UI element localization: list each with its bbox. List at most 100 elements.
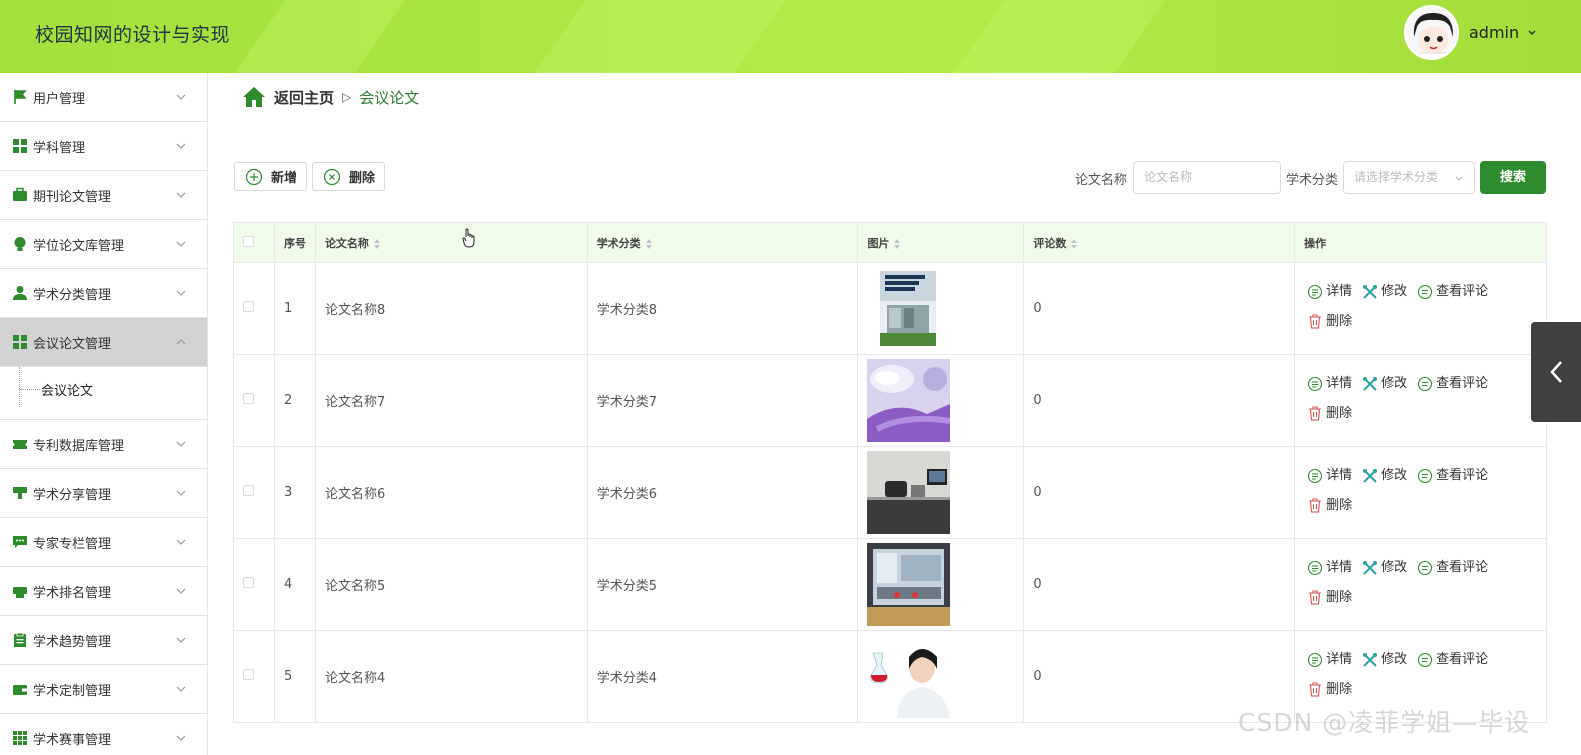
row-paper-name: 论文名称5: [314, 538, 588, 631]
breadcrumb-home[interactable]: 返回主页: [274, 87, 334, 108]
row-paper-name: 论文名称8: [314, 262, 588, 355]
trash-icon: [1309, 406, 1322, 421]
edit-label: 修改: [1381, 284, 1408, 299]
sort-icon[interactable]: [645, 238, 652, 249]
edit-button[interactable]: 修改: [1362, 279, 1407, 304]
paper-thumbnail[interactable]: [867, 635, 1023, 718]
chevron-down-icon: [176, 94, 186, 100]
plus-circle-icon: [245, 168, 263, 185]
paper-name-input[interactable]: 论文名称: [1133, 161, 1281, 194]
paper-thumbnail[interactable]: [867, 359, 1023, 442]
comment-icon: [1418, 652, 1433, 667]
view-comments-button[interactable]: 查看评论: [1417, 371, 1488, 396]
row-delete-button[interactable]: 删除: [1307, 677, 1352, 702]
sidebar-item-thesis-library[interactable]: 学位论文库管理: [0, 220, 207, 269]
sidebar-item-user-management[interactable]: 用户管理: [0, 73, 207, 122]
sidebar-item-competition-management[interactable]: 学术赛事管理: [0, 714, 207, 755]
sort-icon[interactable]: [1071, 238, 1078, 249]
sidebar-item-label: 学科管理: [33, 140, 86, 156]
search-button[interactable]: 搜索: [1480, 161, 1546, 194]
edit-button[interactable]: 修改: [1362, 463, 1407, 488]
sidebar-item-customization-management[interactable]: 学术定制管理: [0, 665, 207, 714]
column-header-image[interactable]: 图片: [857, 222, 1025, 263]
detail-icon: [1308, 376, 1323, 391]
sidebar-item-patent-database[interactable]: 专利数据库管理: [0, 420, 207, 469]
sidebar-item-journal-management[interactable]: 期刊论文管理: [0, 171, 207, 220]
detail-button[interactable]: 详情: [1307, 555, 1352, 580]
row-delete-button[interactable]: 删除: [1307, 585, 1352, 610]
row-checkbox[interactable]: [243, 669, 254, 680]
row-checkbox[interactable]: [243, 577, 254, 588]
trash-icon: [1309, 498, 1322, 513]
add-button[interactable]: 新增: [234, 162, 308, 191]
row-checkbox[interactable]: [243, 301, 254, 312]
user-name: admin: [1469, 23, 1520, 42]
sidebar-item-expert-column[interactable]: 专家专栏管理: [0, 518, 207, 567]
detail-button[interactable]: 详情: [1307, 279, 1352, 304]
tools-icon: [1363, 468, 1378, 483]
app-title: 校园知网的设计与实现: [35, 24, 231, 46]
chevron-down-icon: [176, 637, 186, 643]
chevron-down-icon: [176, 241, 186, 247]
hand-cursor-icon: [462, 228, 475, 248]
watermark: CSDN @凌菲学姐—毕设: [1238, 708, 1531, 737]
sidebar-item-label: 学术分类管理: [33, 287, 112, 303]
edit-button[interactable]: 修改: [1362, 555, 1407, 580]
column-header-comments[interactable]: 评论数: [1023, 222, 1296, 263]
row-select-cell: [233, 538, 275, 631]
side-panel-toggle[interactable]: [1531, 322, 1581, 422]
delete-button-label: 删除: [349, 171, 376, 186]
sidebar-item-trend-management[interactable]: 学术趋势管理: [0, 616, 207, 665]
edit-button[interactable]: 修改: [1362, 647, 1407, 672]
row-image-cell: [857, 354, 1025, 447]
row-index: 1: [273, 262, 316, 355]
row-select-cell: [233, 630, 275, 723]
view-comments-button[interactable]: 查看评论: [1417, 647, 1488, 672]
sort-icon[interactable]: [894, 238, 901, 249]
detail-button[interactable]: 详情: [1307, 371, 1352, 396]
chevron-down-icon: [176, 490, 186, 496]
chevron-down-icon: [176, 588, 186, 594]
sidebar-submenu: 会议论文: [0, 367, 207, 420]
row-category: 学术分类6: [586, 446, 859, 539]
view-comments-button[interactable]: 查看评论: [1417, 463, 1488, 488]
edit-button[interactable]: 修改: [1362, 371, 1407, 396]
home-icon[interactable]: [242, 86, 266, 108]
sidebar-item-conference-management[interactable]: 会议论文管理: [0, 318, 207, 367]
sidebar-item-ranking-management[interactable]: 学术排名管理: [0, 567, 207, 616]
sidebar-subitem-conference-paper[interactable]: 会议论文: [41, 380, 93, 399]
detail-button[interactable]: 详情: [1307, 647, 1352, 672]
user-menu[interactable]: admin: [1469, 23, 1537, 42]
paper-thumbnail[interactable]: [867, 543, 1023, 626]
row-delete-button[interactable]: 删除: [1307, 493, 1352, 518]
view-comments-button[interactable]: 查看评论: [1417, 555, 1488, 580]
delete-button[interactable]: 删除: [312, 162, 386, 191]
sidebar-item-share-management[interactable]: 学术分享管理: [0, 469, 207, 518]
paper-thumbnail[interactable]: [867, 451, 1023, 534]
trash-icon: [1309, 314, 1322, 329]
row-checkbox[interactable]: [243, 393, 254, 404]
sidebar-item-category-management[interactable]: 学术分类管理: [0, 269, 207, 318]
view-comments-button[interactable]: 查看评论: [1417, 279, 1488, 304]
category-label: 学术分类: [1286, 173, 1339, 188]
category-select[interactable]: 请选择学术分类: [1343, 161, 1475, 194]
column-header-category[interactable]: 学术分类: [586, 222, 859, 263]
sort-icon[interactable]: [373, 238, 380, 249]
row-delete-button[interactable]: 删除: [1307, 401, 1352, 426]
top-header: 校园知网的设计与实现 admin: [0, 0, 1581, 73]
select-all-checkbox[interactable]: [243, 235, 254, 247]
column-header-name[interactable]: 论文名称: [314, 222, 588, 263]
row-checkbox[interactable]: [243, 485, 254, 496]
sidebar-item-subject-management[interactable]: 学科管理: [0, 122, 207, 171]
breadcrumb-current: 会议论文: [359, 88, 420, 107]
sidebar-item-label: 会议论文管理: [33, 336, 112, 352]
detail-button[interactable]: 详情: [1307, 463, 1352, 488]
row-index: 3: [273, 446, 316, 539]
paper-thumbnail[interactable]: [867, 267, 1023, 350]
chevron-down-icon: [176, 441, 186, 447]
apps-icon: [13, 731, 27, 745]
row-paper-name: 论文名称6: [314, 446, 588, 539]
row-delete-button[interactable]: 删除: [1307, 309, 1352, 334]
close-circle-icon: [323, 168, 341, 185]
avatar[interactable]: [1404, 5, 1459, 60]
